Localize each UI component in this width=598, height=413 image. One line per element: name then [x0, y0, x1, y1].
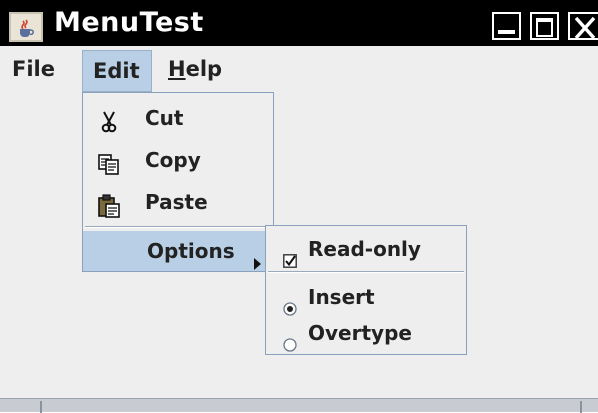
menu-edit[interactable]: Edit	[82, 50, 152, 92]
scrollbar-right-edge	[580, 401, 582, 413]
menu-item-read-only-label: Read-only	[308, 237, 421, 261]
menu-item-cut[interactable]: Cut	[83, 97, 273, 139]
scissors-icon	[97, 106, 121, 133]
menu-item-options[interactable]: Options	[83, 231, 273, 271]
copy-icon	[97, 148, 121, 175]
radio-unselected-icon[interactable]	[283, 326, 297, 364]
edit-menu-popup: Cut Copy Paste Options	[82, 92, 274, 272]
menu-separator	[85, 226, 271, 228]
menu-file[interactable]: File	[12, 52, 55, 86]
horizontal-scrollbar[interactable]	[0, 398, 598, 413]
menu-item-copy[interactable]: Copy	[83, 139, 273, 181]
menu-item-insert-label: Insert	[308, 285, 375, 309]
title-bar[interactable]: MenuTest	[0, 0, 598, 46]
help-mnemonic: H	[168, 57, 186, 81]
close-button[interactable]	[568, 12, 598, 40]
menu-item-paste[interactable]: Paste	[83, 181, 273, 223]
menu-item-read-only[interactable]: Read-only	[266, 230, 466, 268]
help-label-rest: elp	[185, 57, 223, 81]
minimize-button[interactable]	[492, 12, 521, 40]
java-cup-icon[interactable]	[9, 12, 43, 42]
menu-help[interactable]: Help	[168, 52, 222, 86]
close-icon	[574, 16, 596, 40]
menu-item-overtype-label: Overtype	[308, 321, 412, 345]
menu-separator	[268, 271, 464, 273]
checkbox-checked-icon[interactable]	[283, 242, 297, 280]
maximize-button[interactable]	[530, 12, 559, 40]
menu-item-copy-label: Copy	[145, 148, 201, 172]
paste-icon	[97, 190, 121, 218]
menu-item-paste-label: Paste	[145, 190, 208, 214]
window-title: MenuTest	[54, 7, 204, 38]
app-window: MenuTest File Help Edit Cut Copy Paste O…	[0, 0, 598, 413]
menu-item-cut-label: Cut	[145, 106, 184, 130]
scrollbar-left-edge	[40, 401, 42, 413]
submenu-arrow-icon	[253, 244, 263, 284]
menu-item-options-label: Options	[147, 239, 235, 263]
options-submenu: Read-only Insert Overtype	[265, 225, 467, 355]
menu-item-overtype[interactable]: Overtype	[266, 314, 466, 352]
menu-item-insert[interactable]: Insert	[266, 278, 466, 316]
